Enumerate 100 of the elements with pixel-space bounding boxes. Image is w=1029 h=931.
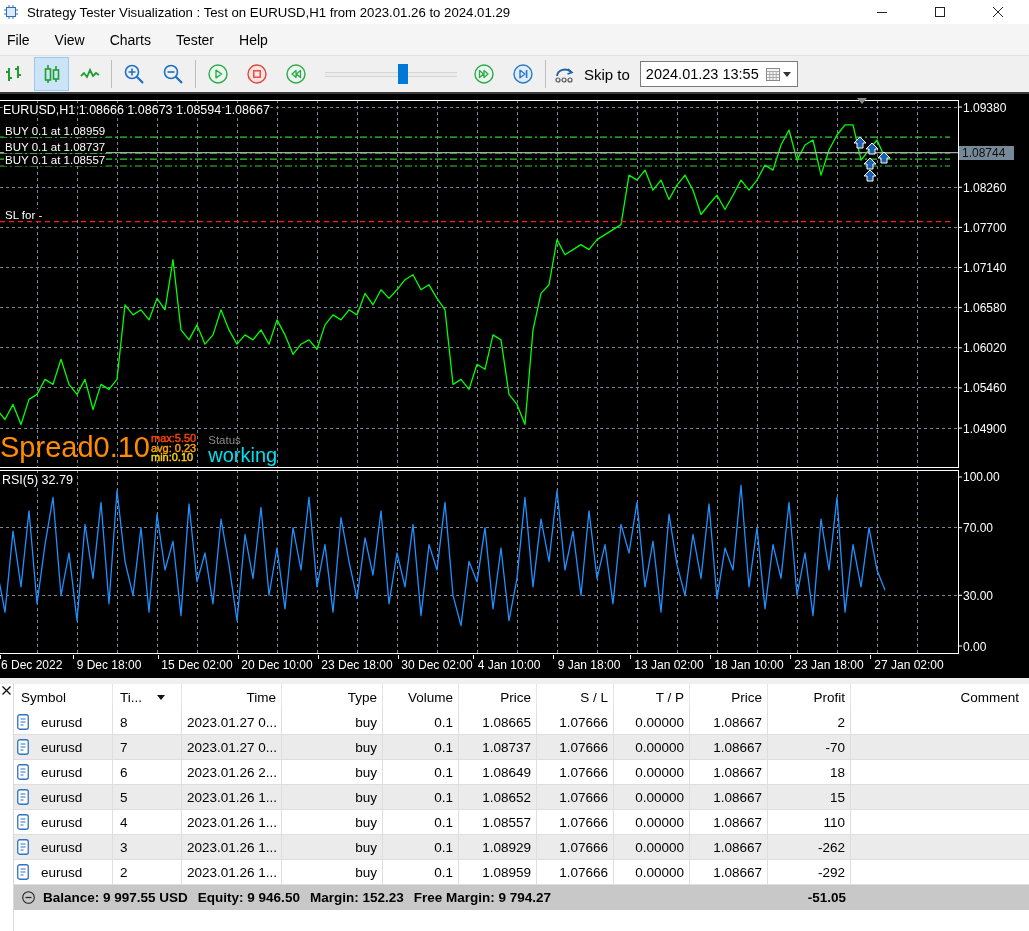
- dropdown-caret-icon: [782, 71, 791, 77]
- time-axis-label: 18 Jan 10:00: [714, 658, 784, 672]
- document-icon: [17, 839, 29, 855]
- maximize-icon: [934, 6, 946, 18]
- table-cell: 1.07666: [537, 785, 614, 810]
- time-axis-label: 30 Dec 02:00: [401, 658, 473, 672]
- table-cell: 5: [113, 785, 182, 810]
- current-price-tag: 1.08744: [959, 145, 1014, 160]
- buy-arrow-icon: [865, 142, 879, 155]
- table-cell: 1.07666: [537, 735, 614, 760]
- table-cell: 1.08737: [459, 735, 537, 760]
- buy-arrow-icon: [877, 151, 891, 164]
- time-axis-label: 6 Dec 2022: [1, 658, 63, 672]
- rsi-axis-label: 70.00: [963, 521, 994, 536]
- column-header[interactable]: T / P: [614, 684, 690, 710]
- close-icon: [992, 6, 1004, 18]
- status-value: working: [208, 446, 278, 464]
- play-icon: [208, 64, 228, 84]
- menu-item[interactable]: View: [48, 28, 91, 51]
- time-axis-label: 23 Dec 18:00: [321, 658, 393, 672]
- skip-to-button[interactable]: Skip to: [550, 59, 634, 89]
- rsi-axis-label: 0.00: [963, 639, 987, 654]
- table-cell: 2023.01.26 1...: [182, 785, 282, 810]
- column-header[interactable]: Volume: [383, 684, 459, 710]
- menu-item[interactable]: Tester: [169, 28, 220, 51]
- column-header[interactable]: Price: [690, 684, 768, 710]
- menu-item[interactable]: File: [1, 28, 36, 51]
- time-axis-label: 9 Dec 18:00: [76, 658, 142, 672]
- column-header[interactable]: S / L: [537, 684, 614, 710]
- table-cell: 0.1: [383, 735, 459, 760]
- price-axis-label: 1.05460: [963, 381, 1007, 396]
- slider-thumb[interactable]: [397, 64, 408, 84]
- table-row[interactable]: eurusd 5 2023.01.26 1... buy 0.1 1.08652 1.07666 0.00000 1.08667 15: [14, 785, 1029, 810]
- table-cell: buy: [282, 735, 383, 760]
- fast-forward-icon: [474, 64, 494, 84]
- account-summary-text: Free Margin: 9 794.27: [413, 890, 552, 905]
- bars-icon: [3, 64, 24, 84]
- chart-info-text: EURUSD,H1 1.08666 1.08673 1.08594 1.08667: [3, 102, 270, 117]
- spread-label: Spread: [0, 432, 94, 462]
- column-header[interactable]: Profit: [768, 684, 851, 710]
- price-axis-label: 1.06580: [963, 301, 1007, 316]
- table-cell: 3: [113, 835, 182, 860]
- account-summary-text: Margin: 152.23: [309, 890, 404, 905]
- spread-stat: min:0.10: [150, 453, 194, 463]
- spread-stat: max:5.50: [150, 434, 197, 444]
- buy-arrow-icon: [863, 169, 877, 182]
- price-axis-label: 1.08260: [963, 180, 1007, 195]
- table-cell: 1.07666: [537, 835, 614, 860]
- time-axis-label: 9 Jan 18:00: [557, 658, 621, 672]
- total-profit: -51.05: [806, 889, 847, 907]
- time-axis-label: 13 Jan 02:00: [634, 658, 704, 672]
- account-summary-text: Balance: 9 997.55 USD: [43, 890, 188, 905]
- table-cell: eurusd: [41, 714, 83, 730]
- close-panel-icon[interactable]: [2, 686, 11, 695]
- column-header[interactable]: Symbol: [14, 684, 113, 710]
- table-cell: 2023.01.26 1...: [182, 835, 282, 860]
- price-axis-label: 1.07140: [963, 261, 1007, 276]
- table-cell: -70: [768, 735, 851, 760]
- table-cell: 1.08667: [690, 735, 768, 760]
- skip-to-end-icon: [513, 64, 533, 84]
- rewind-icon: [286, 64, 306, 84]
- column-header[interactable]: Time: [182, 684, 282, 710]
- column-header[interactable]: Comment: [851, 684, 1029, 710]
- table-cell: eurusd: [41, 839, 83, 855]
- table-row[interactable]: eurusd 3 2023.01.26 1... buy 0.1 1.08929 1.07666 0.00000 1.08667 -262: [14, 835, 1029, 860]
- column-header[interactable]: Ti...: [113, 684, 182, 710]
- table-row[interactable]: eurusd 7 2023.01.27 0... buy 0.1 1.08737 1.07666 0.00000 1.08667 -70: [14, 735, 1029, 760]
- table-cell: 1.08667: [690, 835, 768, 860]
- column-header[interactable]: Price: [459, 684, 537, 710]
- table-cell: eurusd: [41, 814, 83, 830]
- time-axis-label: 20 Dec 10:00: [241, 658, 313, 672]
- table-cell: 0.1: [383, 835, 459, 860]
- time-axis-label: 15 Dec 02:00: [161, 658, 233, 672]
- column-header[interactable]: Type: [282, 684, 383, 710]
- document-icon: [17, 764, 29, 780]
- menu-item[interactable]: Help: [233, 28, 274, 51]
- table-cell: 0.1: [383, 785, 459, 810]
- window-title: Strategy Tester Visualization : Test on EURUSD,H1 from 2023.01.26 to 2024.01.29: [27, 4, 511, 20]
- price-axis-label: 1.09380: [963, 100, 1007, 115]
- order-label: BUY 0.1 at 1.08557: [4, 153, 107, 166]
- table-cell: 15: [768, 785, 851, 810]
- order-label: BUY 0.1 at 1.08959: [4, 124, 107, 137]
- candlestick-button[interactable]: [34, 57, 69, 91]
- rsi-axis-label: 100.00: [963, 470, 1000, 485]
- stop-loss-label: SL for -: [4, 209, 44, 222]
- buy-arrow-icon: [863, 157, 877, 170]
- table-cell: eurusd: [41, 739, 83, 755]
- table-cell: -262: [768, 835, 851, 860]
- status-label: Status: [208, 435, 242, 446]
- date-field[interactable]: 2024.01.23 13:55: [639, 61, 798, 87]
- table-cell: 0.00000: [614, 835, 690, 860]
- time-axis-label: 27 Jan 02:00: [874, 658, 944, 672]
- table-cell: buy: [282, 835, 383, 860]
- account-summary-text: Equity: 9 946.50: [197, 890, 300, 905]
- menu-item[interactable]: Charts: [103, 28, 157, 51]
- indicator-label: RSI(5) 32.79: [2, 473, 73, 487]
- table-cell: 2023.01.27 0...: [182, 735, 282, 760]
- collapse-icon[interactable]: [22, 891, 35, 904]
- price-axis-label: 1.04900: [963, 421, 1007, 436]
- zoom-out-icon: [163, 64, 183, 84]
